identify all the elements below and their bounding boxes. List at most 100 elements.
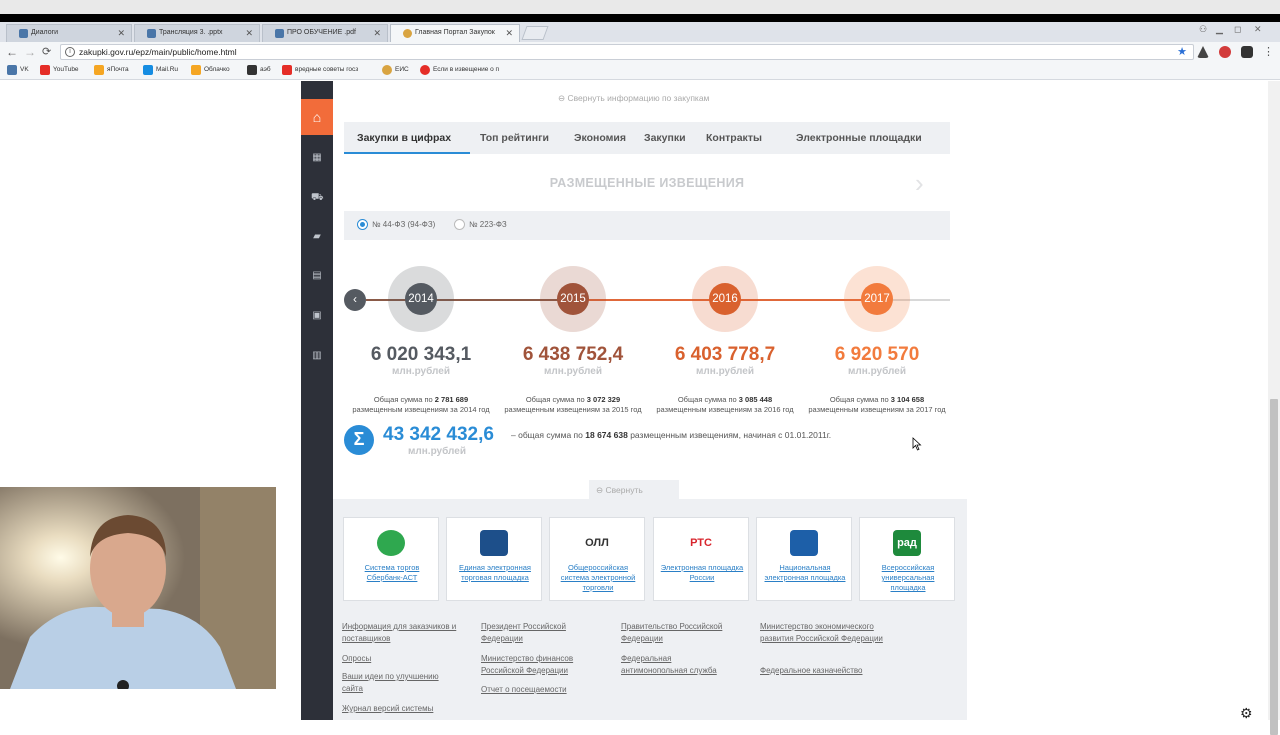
book-icon[interactable]: ▰ (311, 231, 323, 243)
mail-icon (94, 65, 104, 75)
info-icon[interactable]: i (65, 47, 75, 57)
maximize-icon[interactable]: ◻ (1234, 24, 1241, 35)
eagle-icon (382, 65, 392, 75)
reload-icon[interactable]: ⟳ (42, 45, 51, 58)
platform-card[interactable]: рад Всероссийская универсальная площадка (859, 517, 955, 601)
documents-icon[interactable]: ▥ (311, 350, 323, 362)
platform-link[interactable]: Общероссийская система электронной торго… (554, 563, 642, 593)
briefcase-icon[interactable]: ▣ (311, 310, 323, 322)
platform-card[interactable]: Система торгов Сбербанк-АСТ (343, 517, 439, 601)
close-tab-icon[interactable]: ✕ (245, 28, 253, 39)
url-input[interactable]: i zakupki.gov.ru/epz/main/public/home.ht… (60, 44, 1194, 60)
scrollbar-thumb[interactable] (1270, 399, 1278, 735)
bookmark-item[interactable]: YouTube (40, 65, 79, 75)
browser-tab[interactable]: Диалоги ✕ (6, 24, 132, 42)
rts-logo-icon: РТС (687, 530, 715, 556)
close-tab-icon[interactable]: ✕ (505, 28, 513, 39)
home-icon[interactable]: ⌂ (301, 99, 333, 135)
bookmark-star-icon[interactable]: ★ (1177, 45, 1187, 58)
footer-link[interactable]: Правительство Российской Федерации (621, 621, 739, 645)
calendar-icon[interactable]: ▦ (311, 152, 323, 164)
settings-gear-icon[interactable]: ⚙ (1240, 705, 1253, 722)
footer-link[interactable]: Ваши идеи по улучшению сайта (342, 671, 460, 695)
footer-link[interactable]: Федеральная антимонопольная служба (621, 653, 739, 677)
year-marker[interactable]: 2017 (861, 283, 893, 315)
platform-card[interactable]: РТС Электронная площадка России (653, 517, 749, 601)
page-scrollbar[interactable] (1268, 81, 1280, 735)
bookmark-item[interactable]: VK (7, 65, 29, 75)
extension-icon[interactable] (1241, 46, 1253, 58)
collapse-info-link[interactable]: ⊖ Свернуть информацию по закупкам (558, 93, 709, 104)
tab-purchases[interactable]: Закупки (644, 132, 686, 144)
bookmark-item[interactable]: Mail.Ru (143, 65, 178, 75)
cart-icon[interactable]: ⛟ (311, 192, 324, 204)
platform-card[interactable]: ОЛЛ Общероссийская система электронной т… (549, 517, 645, 601)
footer-link[interactable]: Министерство экономического развития Рос… (760, 621, 895, 645)
close-tab-icon[interactable]: ✕ (373, 28, 381, 39)
total-unit: млн.рублей (408, 446, 466, 457)
youtube-icon (40, 65, 50, 75)
close-tab-icon[interactable]: ✕ (117, 28, 125, 39)
opera-icon (420, 65, 430, 75)
footer-link[interactable]: Отчет о посещаемости (481, 684, 599, 696)
platform-card[interactable]: Единая электронная торговая площадка (446, 517, 542, 601)
bookmark-item[interactable]: Если в извещение о п (420, 65, 499, 75)
footer-link[interactable]: Опросы (342, 653, 460, 665)
forward-icon[interactable]: → (24, 45, 36, 59)
platform-card[interactable]: Национальная электронная площадка (756, 517, 852, 601)
browser-tab[interactable]: ПРО ОБУЧЕНИЕ .pdf ✕ (262, 24, 388, 42)
minimize-icon[interactable]: ▁ (1216, 24, 1223, 35)
tab-electronic-platforms[interactable]: Электронные площадки (796, 132, 922, 144)
year-marker[interactable]: 2014 (405, 283, 437, 315)
footer-link[interactable]: Министерство финансов Российской Федерац… (481, 653, 599, 677)
footer-link[interactable]: Президент Российской Федерации (481, 621, 599, 645)
bookmarks-bar: VK YouTube яПочта Mail.Ru Облачко аэб вр… (0, 62, 1280, 80)
platform-link[interactable]: Национальная электронная площадка (761, 563, 849, 583)
year-description: Общая сумма по 3 104 658 размещенным изве… (808, 395, 946, 414)
footer-link[interactable]: Журнал версий системы (342, 703, 460, 715)
bookmark-item[interactable]: яПочта (94, 65, 129, 75)
total-description: – общая сумма по 18 674 638 размещенным … (511, 430, 832, 440)
radio-223fz[interactable]: № 223-ФЗ (454, 219, 507, 230)
user-icon[interactable]: ⚇ (1199, 24, 1207, 35)
year-marker[interactable]: 2016 (709, 283, 741, 315)
cloud-icon (191, 65, 201, 75)
tab-top-ratings[interactable]: Топ рейтинги (480, 132, 549, 144)
timeline-prev-button[interactable]: ‹ (344, 289, 366, 311)
footer-link[interactable]: Федеральное казначейство (760, 665, 895, 677)
tab-savings[interactable]: Экономия (574, 132, 626, 144)
browser-tab[interactable]: Трансляция 3. .pptx ✕ (134, 24, 260, 42)
footer-link[interactable]: Информация для заказчиков и поставщиков (342, 621, 460, 645)
window-close-icon[interactable]: ✕ (1254, 24, 1262, 35)
report-icon[interactable]: ▤ (311, 270, 323, 282)
presenter-video-frame (0, 487, 276, 689)
bookmark-item[interactable]: аэб (247, 65, 271, 75)
tab-contracts[interactable]: Контракты (706, 132, 762, 144)
roseltorg-logo-icon (480, 530, 508, 556)
bookmark-item[interactable]: вредные советы госз (282, 65, 358, 75)
year-description: Общая сумма по 2 781 689 размещенным изве… (352, 395, 490, 414)
tab-purchases-in-numbers[interactable]: Закупки в цифрах (357, 132, 451, 144)
new-tab-button[interactable] (521, 26, 549, 40)
oaht-logo-icon: ОЛЛ (583, 530, 611, 556)
back-icon[interactable]: ← (6, 45, 18, 59)
platform-link[interactable]: Электронная площадка России (658, 563, 746, 583)
adblock-extension-icon[interactable] (1219, 46, 1231, 58)
total-amount: 43 342 432,6 (383, 424, 494, 445)
etp-nep-logo-icon (790, 530, 818, 556)
bookmark-item[interactable]: Облачко (191, 65, 230, 75)
radio-44fz[interactable]: № 44-ФЗ (94-ФЗ) (357, 219, 435, 230)
eagle-favicon-icon (403, 29, 412, 38)
bookmark-item[interactable]: ЕИС (382, 65, 409, 75)
platform-link[interactable]: Единая электронная торговая площадка (451, 563, 539, 583)
year-amount: 6 020 343,1 (370, 344, 472, 365)
next-section-chevron-icon[interactable]: › (915, 168, 924, 199)
platform-link[interactable]: Всероссийская универсальная площадка (864, 563, 952, 593)
address-bar: ← → ⟳ i zakupki.gov.ru/epz/main/public/h… (0, 42, 1280, 62)
menu-icon[interactable]: ⋮ (1263, 45, 1274, 58)
collapse-button[interactable]: ⊖ Свернуть (589, 480, 679, 500)
platform-link[interactable]: Система торгов Сбербанк-АСТ (348, 563, 436, 583)
year-marker[interactable]: 2015 (557, 283, 589, 315)
year-amount: 6 920 570 (834, 344, 920, 365)
browser-tab-active[interactable]: Главная Портал Закупок ✕ (390, 24, 520, 42)
